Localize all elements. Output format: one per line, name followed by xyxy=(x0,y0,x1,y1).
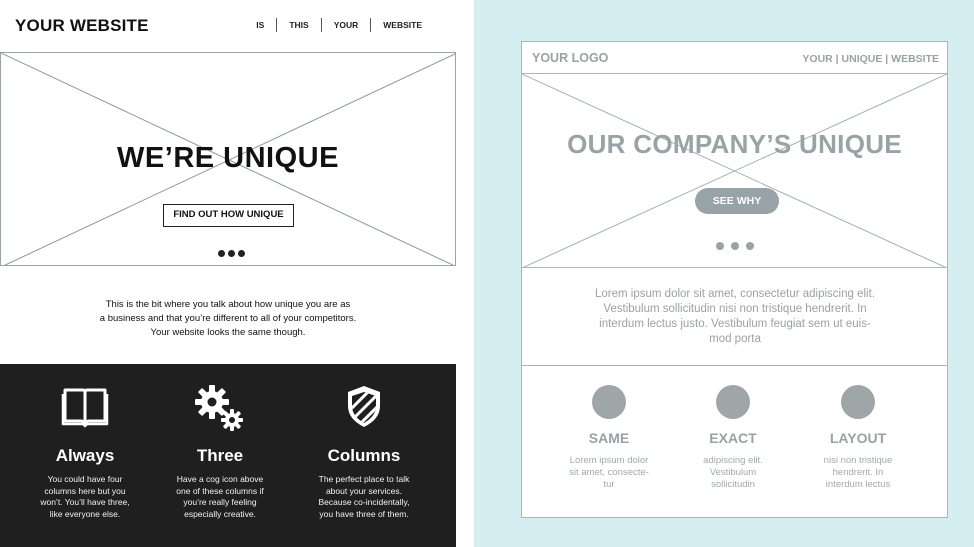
column-title: Always xyxy=(55,446,115,465)
hero-title: OUR COMPANY’S UNIQUE xyxy=(567,129,902,159)
feature-column: EXACT adipiscing elit. Vestibulum sollic… xyxy=(673,385,793,491)
carousel-dot[interactable] xyxy=(731,242,739,250)
column-text-line: Lorem ipsum dolor xyxy=(569,455,649,466)
column-title: Three xyxy=(196,446,244,465)
intro-paragraph: This is the bit where you talk about how… xyxy=(70,298,386,340)
column-text-line: columns here but you xyxy=(44,485,126,496)
column-text-line: tur xyxy=(603,479,615,490)
column-text-line: You could have four xyxy=(47,474,123,484)
find-out-button[interactable]: FIND OUT HOW UNIQUE xyxy=(163,204,294,227)
nav-separator: | xyxy=(882,53,892,65)
column-text-line: interdum lectus xyxy=(825,479,891,490)
circle-icon-placeholder xyxy=(841,385,875,419)
nav-item-website[interactable]: WEBSITE xyxy=(371,20,434,30)
column-text-line: won’t. You’ll have three, xyxy=(40,497,130,507)
column-text-line: sollicitudin xyxy=(711,479,755,490)
shield-icon xyxy=(299,384,429,432)
nav-separator: | xyxy=(832,53,842,65)
left-header: YOUR WEBSITE IS THIS YOUR WEBSITE xyxy=(0,0,458,52)
column-text-line: Because co-incidentally, xyxy=(318,497,410,507)
right-hero-placeholder: OUR COMPANY’S UNIQUE SEE WHY xyxy=(522,74,947,268)
circle-icon-placeholder xyxy=(716,385,750,419)
carousel-dot[interactable] xyxy=(746,242,754,250)
column-title: LAYOUT xyxy=(829,430,887,446)
lorem-paragraph: Lorem ipsum dolor sit amet, consectetur … xyxy=(562,287,908,347)
column-text-line: Have a cog icon above xyxy=(176,474,264,484)
carousel-dots xyxy=(218,250,245,257)
column-text-line: one of these columns if xyxy=(176,485,264,496)
carousel-dot[interactable] xyxy=(228,250,235,257)
column-text-line: nisi non tristique xyxy=(823,455,893,466)
column-title: Columns xyxy=(327,446,401,465)
column-text-line: you have three of them. xyxy=(319,508,409,519)
site-brand[interactable]: YOUR WEBSITE xyxy=(15,16,149,36)
lorem-line: Vestibulum sollicitudin nisi non tristiq… xyxy=(603,303,867,315)
column-title: SAME xyxy=(588,430,630,446)
column-text: Lorem ipsum dolor sit amet, consecte- tu… xyxy=(549,455,669,491)
carousel-dot[interactable] xyxy=(238,250,245,257)
column-text: nisi non tristique hendrerit. In interdu… xyxy=(798,455,918,491)
book-icon xyxy=(20,384,150,432)
column-text: adipiscing elit. Vestibulum sollicitudin xyxy=(673,455,793,491)
right-wireframe: YOUR LOGO YOUR | UNIQUE | WEBSITE OUR CO… xyxy=(521,41,948,518)
left-hero-placeholder: WE’RE UNIQUE FIND OUT HOW UNIQUE xyxy=(0,52,456,266)
feature-column: SAME Lorem ipsum dolor sit amet, consect… xyxy=(549,385,669,491)
column-text: Have a cog icon above one of these colum… xyxy=(160,474,280,520)
feature-column: LAYOUT nisi non tristique hendrerit. In … xyxy=(798,385,918,491)
nav-item-your[interactable]: YOUR xyxy=(322,20,371,30)
lorem-line: mod porta xyxy=(709,333,761,345)
lorem-line: interdum lectus justo. Vestibulum feugia… xyxy=(599,318,871,330)
site-logo[interactable]: YOUR LOGO xyxy=(532,51,608,65)
intro-line: a business and that you’re different to … xyxy=(99,313,357,324)
column-text-line: about your services. xyxy=(325,485,403,496)
hero-title: WE’RE UNIQUE xyxy=(117,142,339,174)
column-title: EXACT xyxy=(709,430,757,446)
carousel-dot[interactable] xyxy=(716,242,724,250)
image-placeholder-cross xyxy=(522,74,947,267)
carousel-dots xyxy=(716,242,754,250)
column-text-line: adipiscing elit. xyxy=(703,455,763,466)
see-why-button[interactable]: SEE WHY xyxy=(695,188,779,214)
circle-icon-placeholder xyxy=(592,385,626,419)
left-wireframe: YOUR WEBSITE IS THIS YOUR WEBSITE WE’RE … xyxy=(0,0,458,547)
gears-icon xyxy=(155,384,285,432)
right-wireframe-panel: YOUR LOGO YOUR | UNIQUE | WEBSITE OUR CO… xyxy=(474,0,974,547)
column-text-line: sit amet, consecte- xyxy=(569,467,649,478)
column-text-line: hendrerit. In xyxy=(832,467,884,478)
column-text-line: Vestibulum xyxy=(709,467,757,478)
right-header: YOUR LOGO YOUR | UNIQUE | WEBSITE xyxy=(522,42,947,74)
column-text-line: like everyone else. xyxy=(49,508,121,519)
right-nav: YOUR | UNIQUE | WEBSITE xyxy=(802,53,939,65)
column-text-line: The perfect place to talk xyxy=(318,474,410,484)
nav-item-your[interactable]: YOUR xyxy=(802,53,832,65)
intro-line: This is the bit where you talk about how… xyxy=(105,299,351,310)
section-divider xyxy=(522,365,947,366)
lorem-line: Lorem ipsum dolor sit amet, consectetur … xyxy=(595,288,875,300)
column-text-line: you’re really feeling xyxy=(183,497,257,507)
column-text-line: especially creative. xyxy=(184,508,256,519)
column-text: You could have four columns here but you… xyxy=(25,474,145,520)
column-text: The perfect place to talk about your ser… xyxy=(304,474,424,520)
nav-item-is[interactable]: IS xyxy=(244,20,276,30)
left-nav: IS THIS YOUR WEBSITE xyxy=(244,18,434,32)
features-band: Always You could have four columns here … xyxy=(0,364,456,547)
nav-item-this[interactable]: THIS xyxy=(277,20,320,30)
nav-item-unique[interactable]: UNIQUE xyxy=(842,53,883,65)
intro-line: Your website looks the same though. xyxy=(150,327,306,338)
carousel-dot[interactable] xyxy=(218,250,225,257)
nav-item-website[interactable]: WEBSITE xyxy=(891,53,939,65)
